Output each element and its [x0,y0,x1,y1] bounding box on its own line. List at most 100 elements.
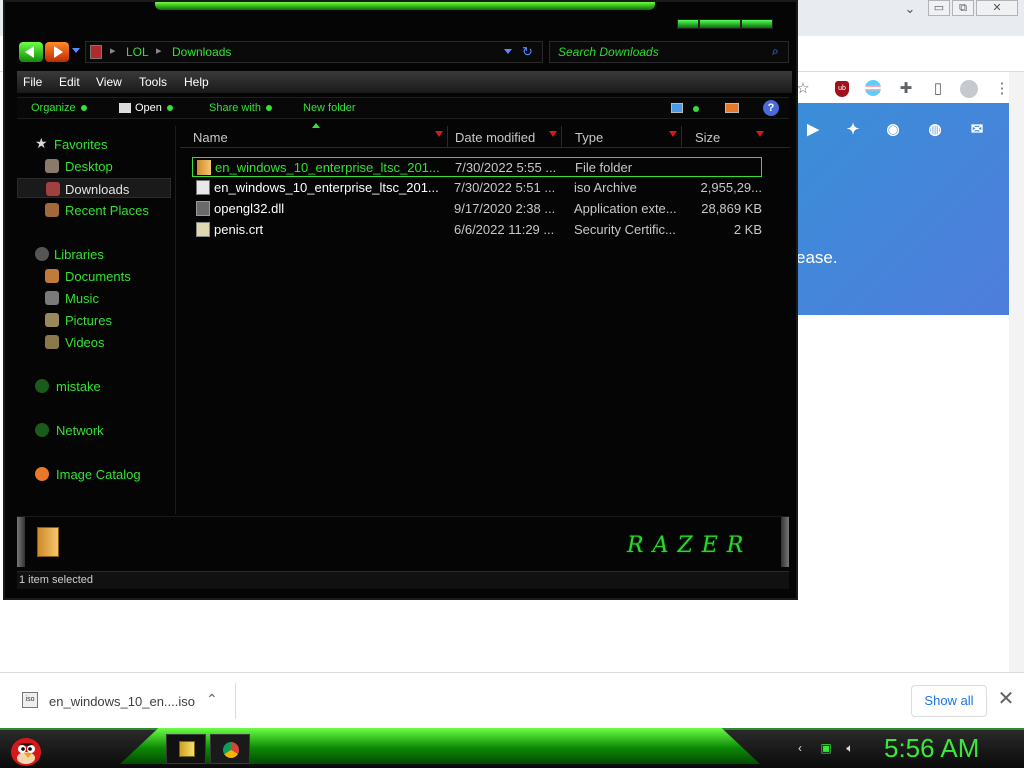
file-row[interactable]: opengl32.dll 9/17/2020 2:38 ... Applicat… [192,199,762,219]
flag-icon[interactable] [865,80,883,98]
download-item[interactable]: iso en_windows_10_en....iso ⌃ [16,683,236,719]
address-bar[interactable]: ▸ LOL ▸ Downloads ↻ [85,41,543,63]
mail-icon[interactable]: ✉ [966,121,988,139]
breadcrumb-separator-icon: ▸ [156,45,162,57]
nav-mistake[interactable]: mistake [17,376,171,396]
file-type: Security Certific... [574,222,676,237]
homegroup-icon [35,379,49,393]
taskbar-chrome-button[interactable] [210,734,250,764]
open-button[interactable]: Open [119,102,173,114]
menu-tools[interactable]: Tools [139,75,167,89]
close-shelf-icon[interactable]: ✕ [996,687,1016,711]
nav-favorites-label: Favorites [54,137,108,152]
menu-edit[interactable]: Edit [59,75,80,89]
page-scrollbar[interactable] [1009,72,1024,672]
view-options-icon[interactable] [671,103,683,113]
chevron-up-icon[interactable]: ⌃ [206,691,218,708]
taskbar-explorer-button[interactable] [166,734,206,764]
twitter-icon[interactable]: ✦ [842,121,864,139]
restore-button[interactable]: ⧉ [952,0,974,16]
column-type-dropdown-icon[interactable] [669,131,677,137]
nav-image-catalog-label: Image Catalog [56,467,141,482]
file-date: 6/6/2022 11:29 ... [454,222,555,237]
music-icon [45,291,59,305]
column-size-dropdown-icon[interactable] [756,131,764,137]
file-list: Name Date modified Type Size en_windows_… [180,123,792,514]
recent-pages-chevron-icon[interactable] [72,48,80,53]
ublock-icon[interactable]: ub [833,80,851,98]
menu-help[interactable]: Help [184,75,209,89]
refresh-icon[interactable]: ↻ [522,44,533,60]
nav-pictures[interactable]: Pictures [17,310,171,330]
forward-button[interactable] [45,42,69,62]
volume-icon[interactable]: 🔈︎ [842,740,858,756]
navigation-pane: ★ Favorites Desktop Downloads Recent Pla… [17,126,173,514]
file-date: 7/30/2022 5:51 ... [454,180,556,195]
nav-favorites[interactable]: ★ Favorites [17,134,171,154]
minimize-button[interactable] [677,19,699,29]
nav-documents[interactable]: Documents [17,266,171,286]
nav-music[interactable]: Music [17,288,171,308]
open-label: Open [135,102,162,114]
nav-recent-places[interactable]: Recent Places [17,200,171,220]
explorer-window: ▸ LOL ▸ Downloads ↻ ⌕ File Edit View Too… [3,0,798,600]
minimize-button[interactable]: ▭ [928,0,950,16]
search-input[interactable] [558,44,768,60]
file-row[interactable]: en_windows_10_enterprise_ltsc_201... 7/3… [192,178,762,198]
menu-view[interactable]: View [96,75,122,89]
nav-network[interactable]: Network [17,420,171,440]
chrome-icon [223,742,239,758]
file-date: 7/30/2022 5:55 ... [455,160,557,175]
sidebar-icon[interactable]: ▯ [929,80,947,98]
search-box[interactable]: ⌕ [549,41,789,63]
new-folder-button[interactable]: New folder [303,102,356,114]
back-button[interactable] [19,42,43,62]
column-size[interactable]: Size [682,126,768,148]
tray-expand-icon[interactable]: ‹ [792,740,808,756]
youtube-icon[interactable]: ▶ [802,121,824,139]
menu-file[interactable]: File [23,75,42,89]
nav-image-catalog[interactable]: Image Catalog [17,464,171,484]
column-type[interactable]: Type [562,126,682,148]
discord-icon[interactable]: ◍ [924,121,946,139]
github-icon[interactable]: ◉ [882,121,904,139]
nav-downloads[interactable]: Downloads [17,178,171,198]
maximize-button[interactable] [699,19,741,29]
column-date-dropdown-icon[interactable] [549,131,557,137]
nav-downloads-label: Downloads [65,182,130,197]
taskbar-clock[interactable]: 5:56 AM [884,733,979,764]
column-date[interactable]: Date modified [442,126,562,148]
file-row[interactable]: en_windows_10_enterprise_ltsc_201... 7/3… [192,157,762,177]
status-text: 1 item selected [19,574,93,586]
share-with-button[interactable]: Share with [209,102,272,114]
action-center-icon[interactable]: ▣ [818,740,834,756]
close-button[interactable]: ✕ [976,0,1018,16]
breadcrumb-downloads[interactable]: Downloads [172,45,231,59]
search-icon[interactable]: ⌕ [772,44,779,59]
status-bar: 1 item selected [17,571,789,589]
preview-pane-icon[interactable] [725,103,739,113]
nav-libraries[interactable]: Libraries [17,244,171,264]
column-name[interactable]: Name [180,126,448,148]
videos-icon [45,335,59,349]
file-row[interactable]: penis.crt 6/6/2022 11:29 ... Security Ce… [192,220,762,240]
nav-videos[interactable]: Videos [17,332,171,352]
organize-button[interactable]: Organize [31,102,87,114]
puzzle-icon[interactable]: ✚ [897,80,915,98]
nav-mistake-label: mistake [56,379,101,394]
show-all-button[interactable]: Show all [911,685,987,717]
tab-search-chevron-icon[interactable]: ⌄ [899,2,921,18]
start-button[interactable] [8,730,44,768]
nav-desktop[interactable]: Desktop [17,156,171,176]
pane-divider[interactable] [175,126,176,514]
address-dropdown-icon[interactable] [504,49,512,54]
razer-logo: RAZER [627,533,753,558]
help-icon[interactable]: ? [763,100,779,116]
view-dropdown-icon[interactable] [693,106,699,112]
dll-icon [196,201,210,216]
breadcrumb-lol[interactable]: LOL [126,45,149,59]
profile-icon[interactable] [960,80,978,98]
back-arrow-icon [25,46,34,58]
close-button[interactable] [741,19,773,29]
page-hero-banner: ▶ ✦ ◉ ◍ ✉ ease. [796,103,1009,315]
